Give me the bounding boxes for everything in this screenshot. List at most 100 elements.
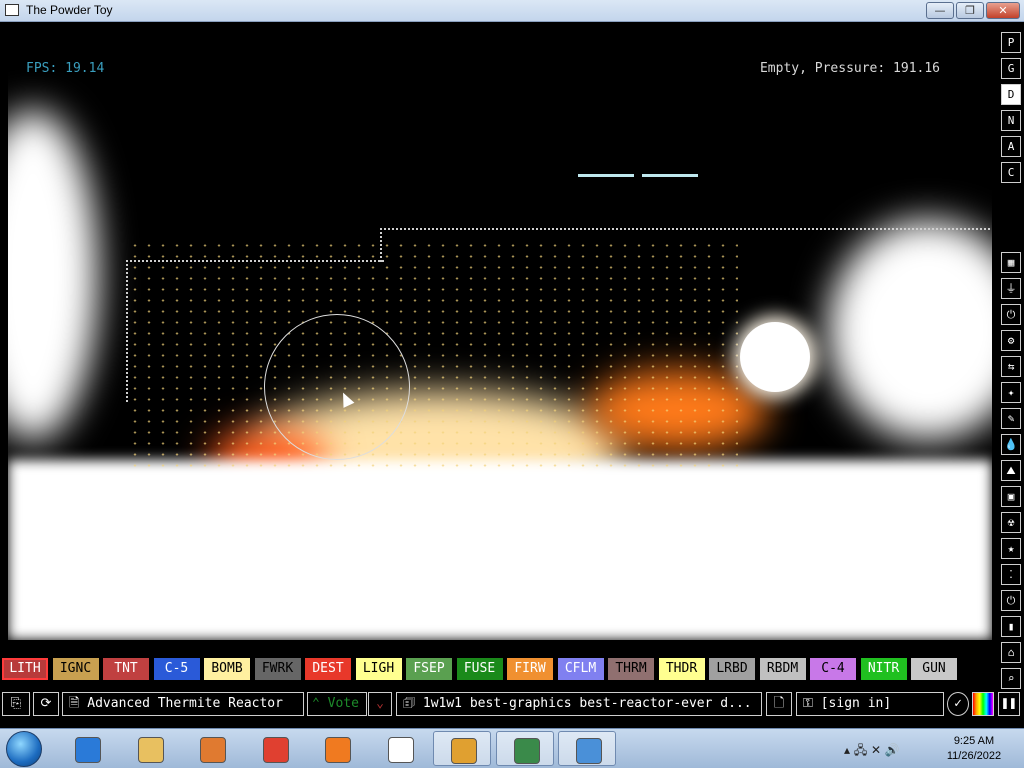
firefox-icon [325, 737, 351, 763]
right-tool-button-2[interactable]: D [1001, 84, 1021, 105]
element-button-tnt[interactable]: TNT [103, 658, 149, 680]
key-icon: ⚿ [803, 696, 821, 711]
right-tool-button-7[interactable]: ⏚ [1001, 278, 1021, 299]
taskbar-internet-explorer[interactable] [58, 731, 116, 766]
save-bar: ⎘ ⟳ 🗎 Advanced Thermite Reactor ⌃ Vote ⌄… [0, 692, 1024, 720]
spark-particles [128, 240, 738, 470]
pause-button[interactable]: ❚❚ [998, 692, 1020, 716]
element-button-ignc[interactable]: IGNC [52, 658, 99, 680]
network-tool-icon [513, 738, 540, 764]
save-title: Advanced Thermite Reactor [87, 696, 283, 711]
right-tool-button-10[interactable]: ⇆ [1001, 356, 1021, 377]
new-simulation-icon[interactable]: 🗋 [766, 692, 792, 716]
right-tool-button-14[interactable]: ⛰ [1001, 460, 1021, 481]
plasma-ball [740, 322, 810, 392]
right-tool-button-17[interactable]: ★ [1001, 538, 1021, 559]
reload-icon[interactable]: ⟳ [33, 692, 59, 716]
maximize-button[interactable]: ❐ [956, 2, 984, 19]
app-icon [5, 4, 19, 16]
sign-in-label: [sign in] [820, 696, 892, 711]
element-button-gun[interactable]: GUN [911, 658, 957, 680]
taskbar-file-explorer[interactable] [121, 731, 179, 766]
close-button[interactable]: ✕ [986, 2, 1020, 19]
sign-in-button[interactable]: ⚿ [sign in] [796, 692, 944, 716]
7zip-icon [387, 737, 414, 763]
settings-icon[interactable]: ✓ [947, 692, 969, 716]
glow-left [8, 110, 98, 440]
open-save-button[interactable]: ⎘ [2, 692, 30, 716]
wall-segment [380, 228, 990, 230]
taskbar-the-powder-toy[interactable] [433, 731, 491, 766]
brush-cursor-circle [264, 314, 410, 460]
element-button-thrm[interactable]: THRM [608, 658, 654, 680]
window-title-bar: The Powder Toy — ❐ ✕ [0, 0, 1024, 22]
start-button[interactable] [6, 731, 42, 767]
right-tool-button-1[interactable]: G [1001, 58, 1021, 79]
element-button-cflm[interactable]: CFLM [557, 658, 604, 680]
simulation-canvas[interactable]: FPS: 19.14 Empty, Pressure: 191.16 [8, 30, 992, 640]
internet-explorer-icon [75, 737, 101, 763]
element-button-c-5[interactable]: C-5 [153, 658, 200, 680]
element-button-fwrk[interactable]: FWRK [254, 658, 301, 680]
taskbar-7zip[interactable] [371, 731, 429, 766]
save-title-button[interactable]: 🗎 Advanced Thermite Reactor [62, 692, 304, 716]
right-tool-button-3[interactable]: N [1001, 110, 1021, 131]
right-tool-button-9[interactable]: ⚙ [1001, 330, 1021, 351]
clock-time: 9:25 AM [953, 735, 995, 747]
right-tool-button-15[interactable]: ▣ [1001, 486, 1021, 507]
taskbar-network-tool[interactable] [495, 731, 554, 766]
element-button-bomb[interactable]: BOMB [204, 658, 250, 680]
right-tool-button-11[interactable]: ✦ [1001, 382, 1021, 403]
right-tool-button-6[interactable]: ▦ [1001, 252, 1021, 273]
wall-segment [126, 260, 128, 402]
renderer-options-icon[interactable] [972, 692, 994, 716]
fps-readout: FPS: 19.14 [26, 61, 105, 76]
clock-date: 11/26/2022 [946, 750, 1002, 762]
file-explorer-icon [137, 737, 164, 763]
taskbar-media-player[interactable] [183, 731, 241, 766]
right-tool-button-5[interactable]: C [1001, 162, 1021, 183]
control-panel-icon [576, 738, 602, 764]
wall-segment [380, 228, 382, 262]
minimize-button[interactable]: — [926, 2, 954, 19]
glow-right [828, 220, 992, 440]
system-tray-icons[interactable]: ▴ 🖧 ✕ 🔊 [844, 741, 900, 762]
right-tool-button-19[interactable]: ⏻ [1001, 590, 1021, 611]
element-button-rbdm[interactable]: RBDM [759, 658, 806, 680]
vote-down-button[interactable]: ⌄ [368, 692, 392, 716]
taskbar-control-panel[interactable] [558, 731, 616, 766]
element-button-nitr[interactable]: NITR [860, 658, 907, 680]
wall-segment [126, 260, 384, 262]
taskbar-chrome[interactable] [246, 731, 304, 766]
right-tool-button-0[interactable]: P [1001, 32, 1021, 53]
tag-icon: 🗊 [403, 696, 423, 711]
right-tool-button-18[interactable]: ⁚ [1001, 564, 1021, 585]
element-button-dest[interactable]: DEST [305, 658, 351, 680]
media-player-icon [200, 737, 226, 763]
right-tool-button-12[interactable]: ✎ [1001, 408, 1021, 429]
clock[interactable]: 9:25 AM 11/26/2022 [936, 734, 1012, 764]
vote-label: Vote [327, 696, 359, 711]
pressure-readout: Empty, Pressure: 191.16 [759, 61, 940, 76]
chrome-icon [262, 737, 289, 763]
windows-taskbar: ▴ 🖧 ✕ 🔊 9:25 AM 11/26/2022 [0, 728, 1024, 768]
element-button-lrbd[interactable]: LRBD [709, 658, 755, 680]
element-button-firw[interactable]: FIRW [507, 658, 553, 680]
game-area: FPS: 19.14 Empty, Pressure: 191.16 PGDNA… [0, 22, 1024, 726]
right-tool-button-16[interactable]: ☢ [1001, 512, 1021, 533]
element-button-c-4[interactable]: C-4 [810, 658, 856, 680]
element-button-fsep[interactable]: FSEP [406, 658, 452, 680]
element-button-thdr[interactable]: THDR [658, 658, 705, 680]
glass-line [578, 174, 634, 177]
right-tool-button-20[interactable]: ▮ [1001, 616, 1021, 637]
right-tool-button-13[interactable]: 💧 [1001, 434, 1021, 455]
element-button-lith[interactable]: LITH [2, 658, 48, 680]
tags-button[interactable]: 🗊 1w1w1 best-graphics best-reactor-ever … [396, 692, 762, 716]
element-button-ligh[interactable]: LIGH [355, 658, 402, 680]
element-button-fuse[interactable]: FUSE [456, 658, 503, 680]
vote-up-button[interactable]: ⌃ Vote [307, 692, 367, 716]
right-tool-button-8[interactable]: ⏻ [1001, 304, 1021, 325]
molten-floor [8, 460, 992, 640]
taskbar-firefox[interactable] [308, 731, 366, 766]
right-tool-button-4[interactable]: A [1001, 136, 1021, 157]
